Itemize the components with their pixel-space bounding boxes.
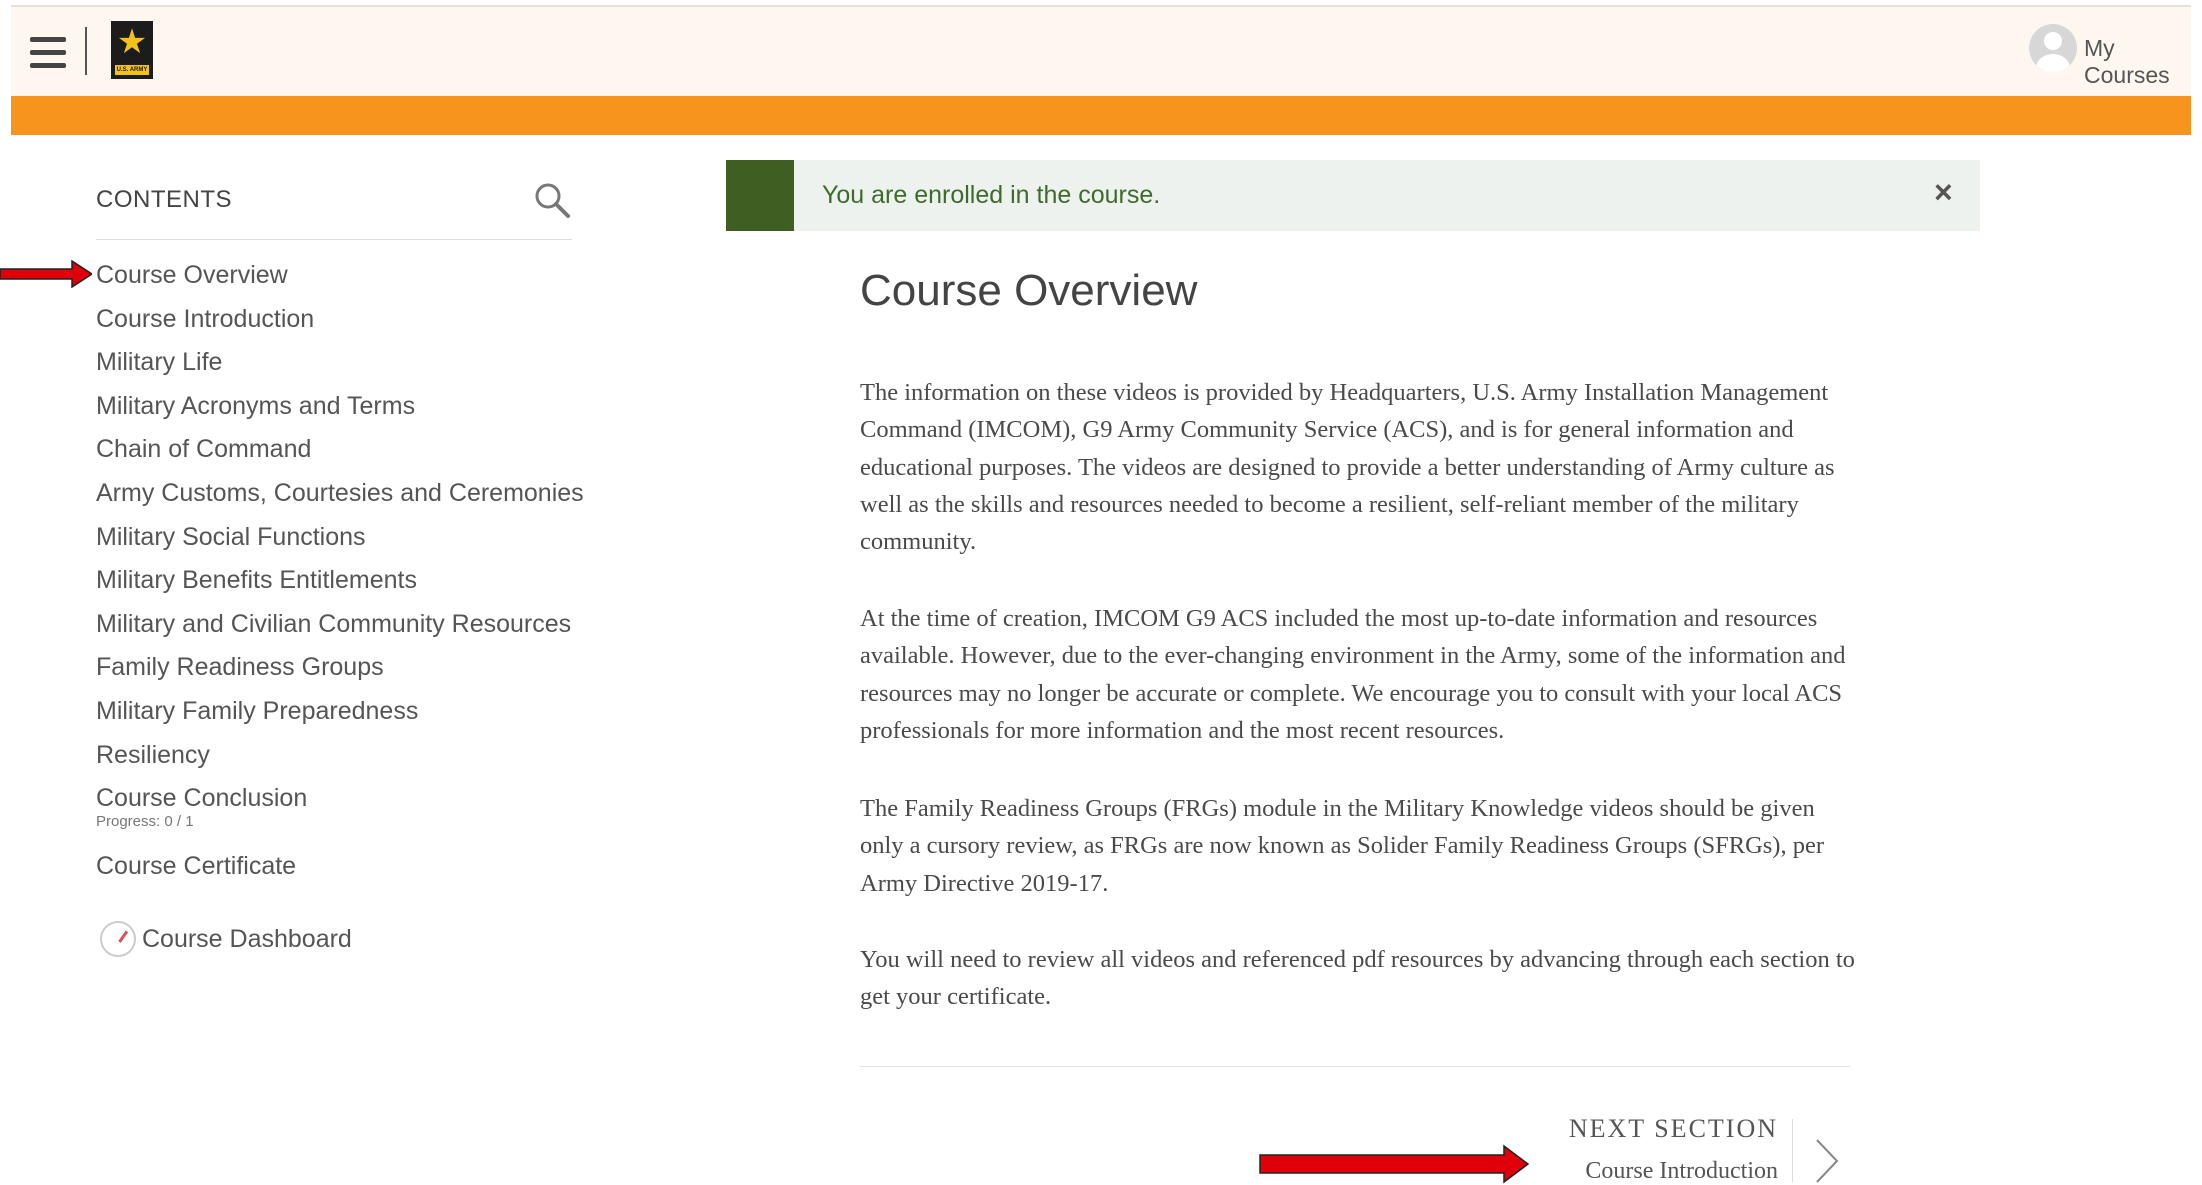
sidebar-item-acronyms-terms[interactable]: Military Acronyms and Terms	[96, 389, 584, 433]
hamburger-menu-icon[interactable]	[30, 37, 68, 73]
user-avatar[interactable]	[2029, 24, 2077, 72]
next-section-label: NEXT SECTION	[1568, 1114, 1778, 1143]
red-arrow-annotation	[0, 260, 92, 288]
sidebar-item-family-readiness-groups[interactable]: Family Readiness Groups	[96, 650, 584, 694]
search-icon[interactable]	[532, 180, 572, 220]
orange-banner	[11, 96, 2191, 135]
sidebar-divider	[96, 239, 572, 240]
contents-heading: CONTENTS	[96, 186, 232, 213]
star-icon: ★	[116, 23, 148, 61]
next-section-title: Course Introduction	[1585, 1158, 1778, 1184]
sidebar-item-social-functions[interactable]: Military Social Functions	[96, 520, 584, 564]
close-icon[interactable]: ×	[1934, 174, 1953, 211]
dashboard-icon	[100, 921, 136, 957]
sidebar-item-label: Course Conclusion	[96, 784, 308, 813]
overview-paragraph: At the time of creation, IMCOM G9 ACS in…	[860, 605, 1846, 744]
page-title: Course Overview	[860, 266, 1198, 315]
sidebar-item-course-introduction[interactable]: Course Introduction	[96, 302, 584, 346]
my-courses-link[interactable]: My Courses	[2084, 35, 2191, 89]
top-navbar: ★ U.S. ARMY My Courses	[11, 5, 2191, 98]
sidebar-item-family-preparedness[interactable]: Military Family Preparedness	[96, 694, 584, 738]
overview-paragraph: The Family Readiness Groups (FRGs) modul…	[860, 795, 1824, 897]
chevron-right-icon	[1816, 1139, 1839, 1183]
alert-accent	[726, 160, 794, 231]
enrollment-alert: You are enrolled in the course. ×	[726, 160, 1980, 231]
sidebar-item-course-overview[interactable]: Course Overview	[96, 258, 584, 302]
overview-paragraph: The information on these videos is provi…	[860, 379, 1835, 556]
content-divider	[860, 1066, 1850, 1067]
sidebar-item-benefits[interactable]: Military Benefits Entitlements	[96, 563, 584, 607]
sidebar-item-chain-of-command[interactable]: Chain of Command	[96, 432, 584, 476]
dashboard-label: Course Dashboard	[142, 924, 352, 953]
header-divider	[85, 27, 87, 75]
sidebar-item-military-life[interactable]: Military Life	[96, 345, 584, 389]
red-arrow-annotation	[1259, 1144, 1530, 1184]
alert-message: You are enrolled in the course.	[822, 181, 1161, 209]
next-divider	[1792, 1119, 1793, 1182]
sidebar-item-community-resources[interactable]: Military and Civilian Community Resource…	[96, 607, 584, 651]
sidebar-item-course-certificate[interactable]: Course Certificate	[96, 849, 584, 893]
course-dashboard-link[interactable]: Course Dashboard	[100, 921, 352, 957]
army-logo[interactable]: ★ U.S. ARMY	[111, 21, 153, 79]
logo-text: U.S. ARMY	[115, 65, 149, 75]
sidebar-item-course-conclusion[interactable]: Course Conclusion Progress: 0 / 1	[96, 781, 584, 849]
course-contents-list: Course Overview Course Introduction Mili…	[96, 258, 584, 893]
next-section-button[interactable]: NEXT SECTION Course Introduction	[1568, 1114, 1846, 1184]
progress-text: Progress: 0 / 1	[96, 813, 194, 831]
sidebar-item-resiliency[interactable]: Resiliency	[96, 738, 584, 782]
overview-paragraph: You will need to review all videos and r…	[860, 946, 1855, 1011]
sidebar-item-customs-courtesies[interactable]: Army Customs, Courtesies and Ceremonies	[96, 476, 584, 520]
